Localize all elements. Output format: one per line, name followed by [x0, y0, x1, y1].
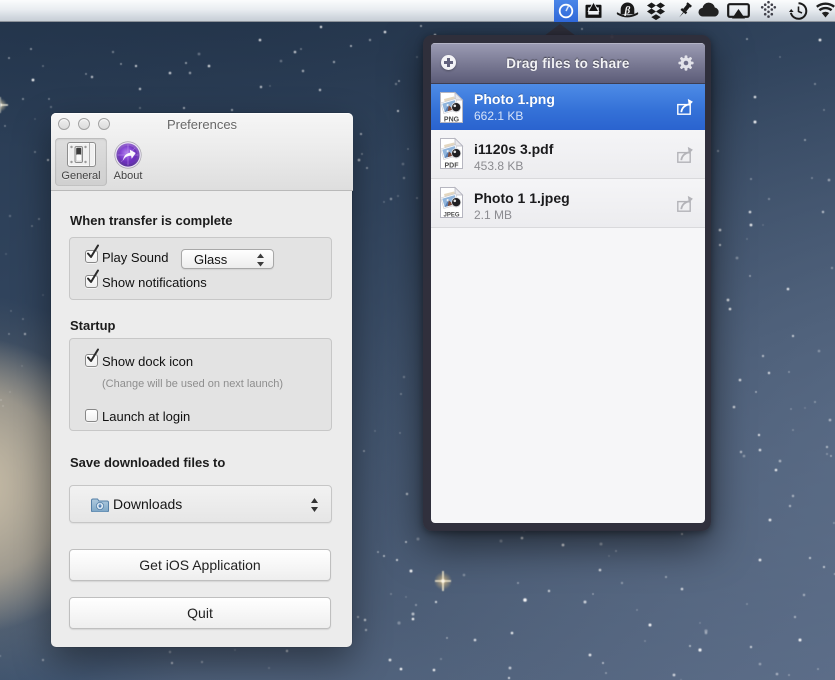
svg-text:JPEG: JPEG	[443, 213, 459, 219]
svg-text:PNG: PNG	[444, 117, 460, 124]
svg-text:PDF: PDF	[445, 163, 460, 170]
svg-text:β: β	[624, 5, 631, 17]
